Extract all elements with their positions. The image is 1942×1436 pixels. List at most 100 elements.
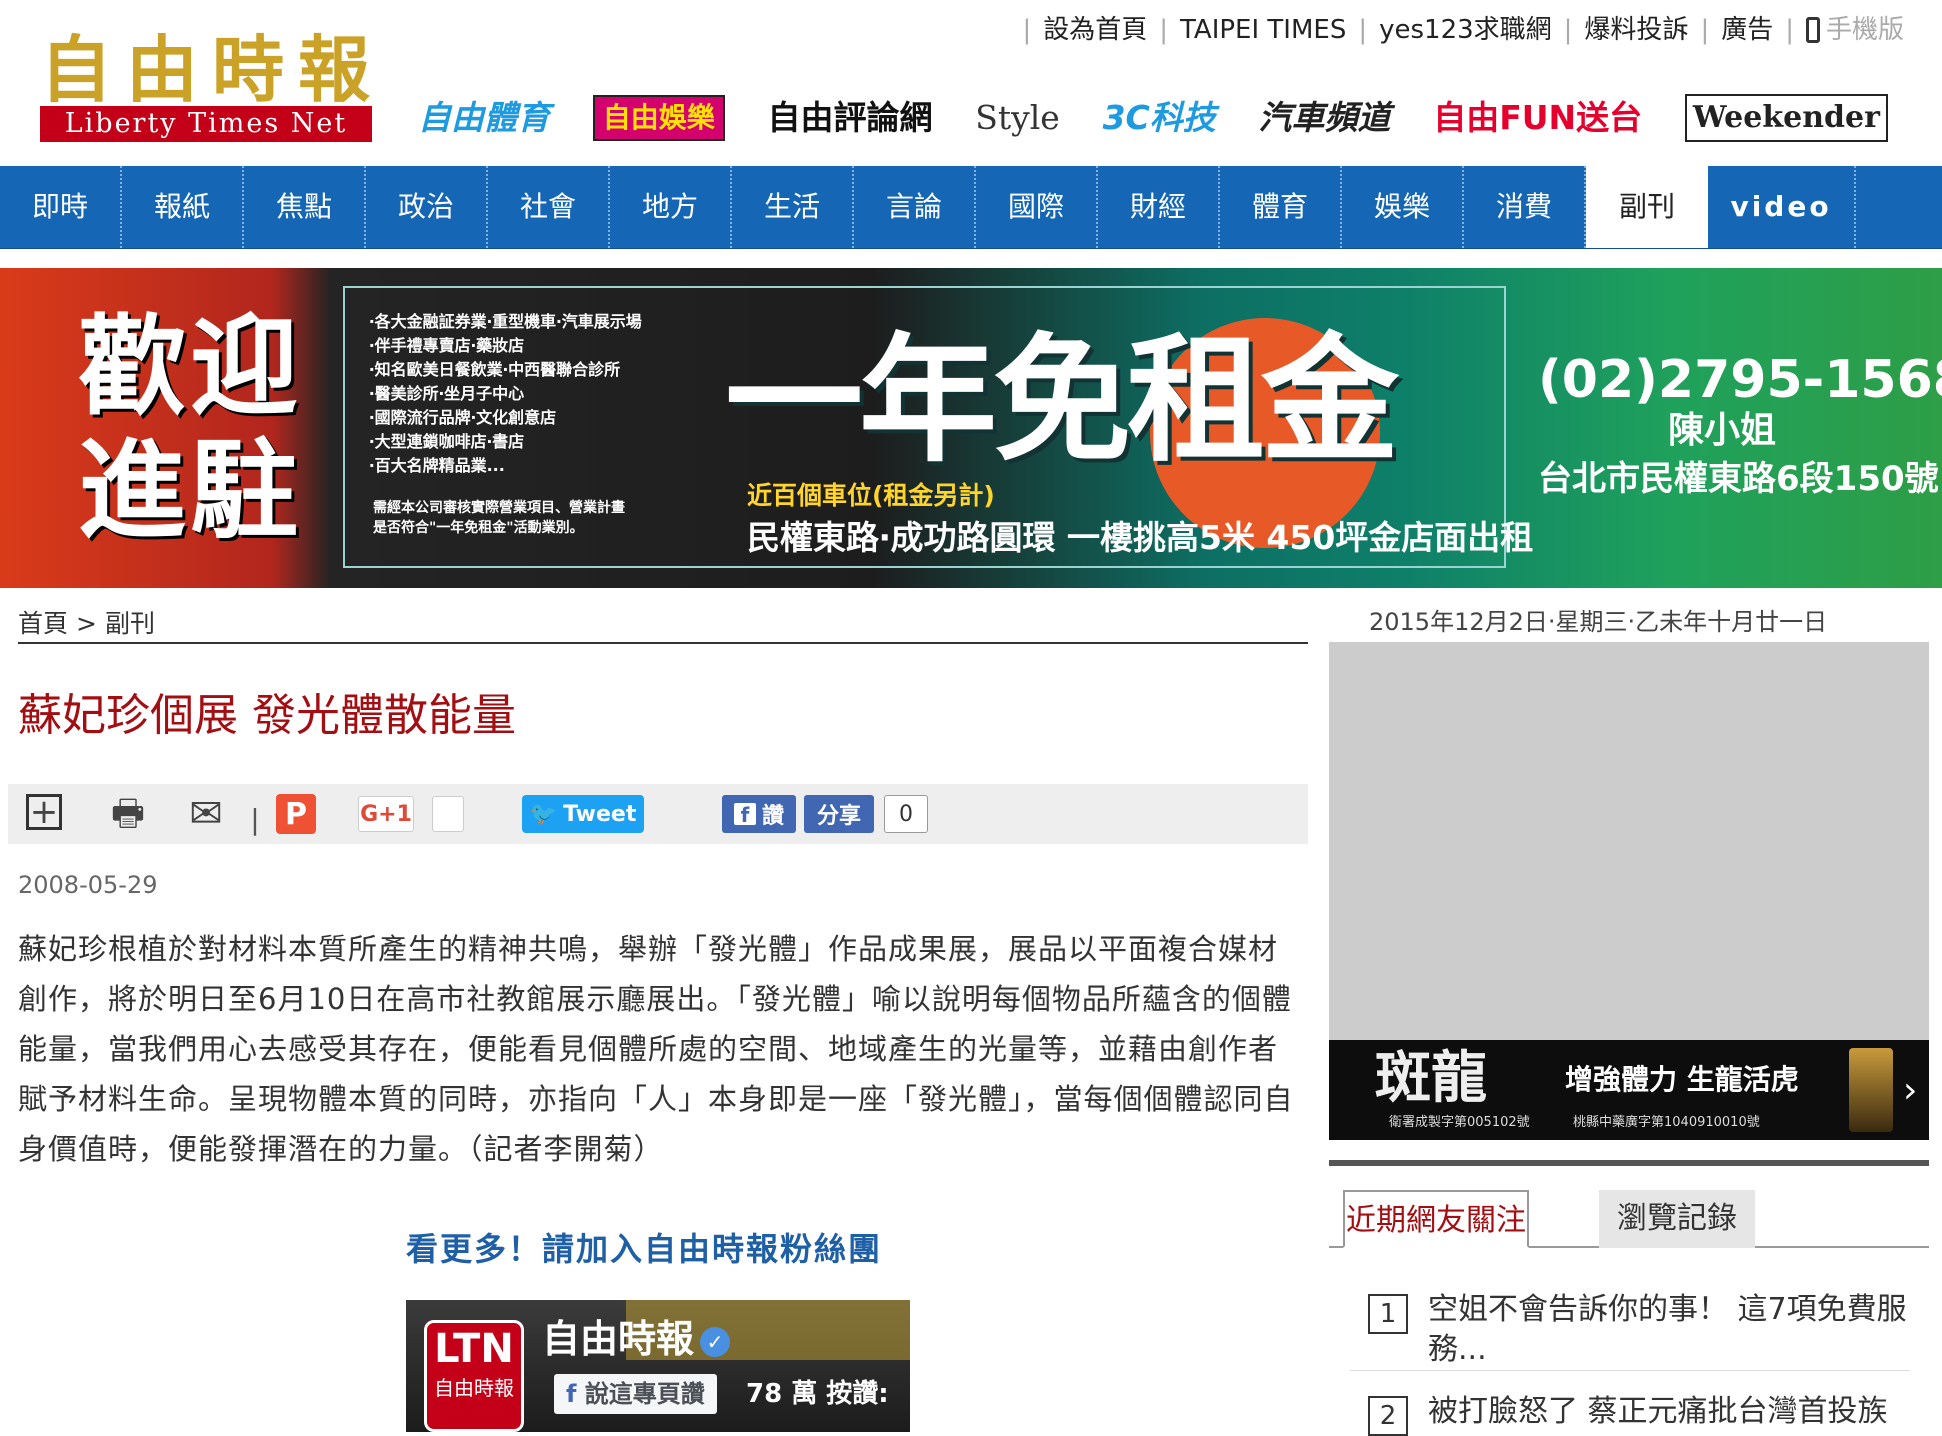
banner-contact: 陳小姐 bbox=[1668, 410, 1777, 451]
chevron-right-icon[interactable]: › bbox=[1903, 1070, 1917, 1111]
breadcrumb-separator: > bbox=[76, 609, 97, 638]
nav-item-life[interactable]: 生活 bbox=[732, 166, 854, 248]
yes123-link[interactable]: yes123求職網 bbox=[1379, 12, 1552, 48]
nav-item-newspaper[interactable]: 報紙 bbox=[122, 166, 244, 248]
report-link[interactable]: 爆料投訴 bbox=[1584, 12, 1688, 48]
banner-welcome-line2: 進駐 bbox=[78, 429, 303, 554]
banner-list-item: ‧國際流行品牌‧文化創意店 bbox=[369, 408, 557, 427]
breadcrumb-section[interactable]: 副刊 bbox=[105, 609, 155, 638]
banner-ad[interactable]: 歡迎 進駐 ‧各大金融証券業‧重型機車‧汽車展示場 ‧伴手禮專賣店‧藥妝店 ‧知… bbox=[0, 268, 1942, 588]
banner-list-item: ‧各大金融証券業‧重型機車‧汽車展示場 bbox=[369, 312, 642, 331]
ltn-logo-subtext: 自由時報 bbox=[434, 1376, 514, 1400]
nav-item-sports[interactable]: 體育 bbox=[1220, 166, 1342, 248]
facebook-page-name-text: 自由時報 bbox=[542, 1317, 695, 1361]
banner-parking-text: 近百個車位(租金另計) bbox=[747, 481, 995, 510]
link-separator: | bbox=[1563, 15, 1573, 45]
advertising-link[interactable]: 廣告 bbox=[1721, 12, 1773, 48]
facebook-page-like-label: 說這專頁讚 bbox=[584, 1380, 705, 1408]
nav-item-society[interactable]: 社會 bbox=[488, 166, 610, 248]
banner-list-item: ‧知名歐美日餐飲業‧中西醫聯合診所 bbox=[369, 360, 621, 379]
link-separator: | bbox=[1022, 15, 1032, 45]
link-separator: | bbox=[1159, 15, 1169, 45]
nav-item-politics[interactable]: 政治 bbox=[366, 166, 488, 248]
sidebar-ad-strip: 斑龍 增強體力 生龍活虎 衛署成製字第005102號 桃縣中藥廣字第104091… bbox=[1329, 1040, 1929, 1140]
logo-chinese-text: 自由時報 bbox=[40, 27, 385, 112]
print-icon[interactable]: 🖶 bbox=[108, 794, 148, 834]
rank-title: 被打臉怒了 蔡正元痛批台灣首投族 bbox=[1428, 1394, 1888, 1429]
facebook-page-like-button[interactable]: f 說這專頁讚 bbox=[554, 1374, 717, 1414]
banner-content-box: ‧各大金融証券業‧重型機車‧汽車展示場 ‧伴手禮專賣店‧藥妝店 ‧知名歐美日餐飲… bbox=[343, 286, 1533, 568]
banner-list-item: ‧百大名牌精品業... bbox=[369, 456, 505, 475]
sidebar-tabs: 近期網友關注 瀏覽記錄 bbox=[1329, 1190, 1929, 1248]
top-links: | 設為首頁 | TAIPEI TIMES | yes123求職網 | 爆料投訴… bbox=[1011, 12, 1905, 48]
twitter-bird-icon: 🐦 bbox=[529, 801, 558, 827]
brand-sports-link[interactable]: 自由體育 bbox=[418, 93, 550, 143]
sidebar-divider bbox=[1329, 1160, 1929, 1166]
article-title: 蘇妃珍個展 發光體散能量 bbox=[18, 690, 516, 741]
nav-item-world[interactable]: 國際 bbox=[976, 166, 1098, 248]
link-separator: | bbox=[1358, 15, 1368, 45]
rank-title: 空姐不會告訴你的事！ 這7項免費服務... bbox=[1428, 1292, 1907, 1367]
divider: | bbox=[250, 803, 260, 836]
share-toolbar: + 🖶 ✉ | P G+1 🐦 Tweet f 讚 分享 0 bbox=[8, 784, 1308, 844]
list-divider bbox=[1350, 1370, 1910, 1371]
set-homepage-link[interactable]: 設為首頁 bbox=[1043, 12, 1147, 48]
google-plus-button[interactable]: G+1 bbox=[358, 796, 414, 832]
banner-headline: 一年免租金 bbox=[725, 320, 1399, 481]
ltn-logo: LTN 自由時報 bbox=[424, 1320, 524, 1432]
nav-item-local[interactable]: 地方 bbox=[610, 166, 732, 248]
banner-note-line1: 需經本公司審核實際營業項目、營業計畫 bbox=[373, 500, 625, 516]
nav-item-business[interactable]: 財經 bbox=[1098, 166, 1220, 248]
link-separator: | bbox=[1785, 15, 1794, 45]
rank-number: 1 bbox=[1368, 1294, 1408, 1334]
link-separator: | bbox=[1700, 15, 1710, 45]
plurk-icon[interactable]: P bbox=[276, 794, 316, 834]
banner-location-text: 民權東路‧成功路圓環 一樓挑高5米 450坪金店面出租 bbox=[747, 518, 1534, 557]
nav-item-focus[interactable]: 焦點 bbox=[244, 166, 366, 248]
sidebar-ad[interactable]: 斑龍 增強體力 生龍活虎 衛署成製字第005102號 桃縣中藥廣字第104091… bbox=[1329, 642, 1929, 1140]
breadcrumb-home[interactable]: 首頁 bbox=[18, 609, 68, 638]
brand-fun-link[interactable]: 自由FUN送台 bbox=[1433, 93, 1642, 143]
facebook-share-count: 0 bbox=[884, 795, 928, 833]
brand-auto-link[interactable]: 汽車頻道 bbox=[1258, 93, 1390, 143]
facebook-like-label: 讚 bbox=[761, 804, 784, 829]
banner-list-item: ‧醫美診所‧坐月子中心 bbox=[369, 384, 525, 403]
facebook-page-like-count: 78 萬 按讚: bbox=[746, 1379, 889, 1409]
nav-item-video[interactable]: video bbox=[1708, 166, 1856, 248]
facebook-page-widget[interactable]: LTN 自由時報 自由時報 ✓ f 說這專頁讚 78 萬 按讚: bbox=[406, 1300, 910, 1432]
tweet-button[interactable]: 🐦 Tweet bbox=[522, 795, 644, 833]
brand-entertainment-link[interactable]: 自由娛樂 bbox=[592, 95, 725, 141]
mobile-version-link[interactable]: 手機版 bbox=[1805, 12, 1904, 48]
brand-links: 自由體育 自由娛樂 自由評論網 Style 3C科技 汽車頻道 自由FUN送台 … bbox=[418, 88, 1888, 148]
mail-icon[interactable]: ✉ bbox=[186, 794, 226, 834]
brand-style-link[interactable]: Style bbox=[975, 93, 1060, 143]
banner-note: 需經本公司審核實際營業項目、營業計畫 是否符合"一年免租金"活動業別。 bbox=[373, 498, 625, 538]
facebook-like-button[interactable]: f 讚 bbox=[722, 795, 796, 833]
nav-item-consumer[interactable]: 消費 bbox=[1464, 166, 1586, 248]
brand-3c-tech-link[interactable]: 3C科技 bbox=[1103, 93, 1216, 143]
banner-welcome-text: 歡迎 進駐 bbox=[78, 306, 302, 554]
site-logo[interactable]: 自由時報 Liberty Times Net bbox=[40, 30, 372, 142]
ad-license-1: 衛署成製字第005102號 bbox=[1389, 1115, 1530, 1130]
nav-item-breaking[interactable]: 即時 bbox=[0, 166, 122, 248]
brand-weekender-link[interactable]: Weekender bbox=[1684, 94, 1888, 142]
fan-page-link[interactable]: 看更多！請加入自由時報粉絲團 bbox=[406, 1226, 882, 1272]
ltn-logo-text: LTN bbox=[434, 1326, 514, 1372]
banner-business-list: ‧各大金融証券業‧重型機車‧汽車展示場 ‧伴手禮專賣店‧藥妝店 ‧知名歐美日餐飲… bbox=[369, 310, 642, 478]
plus-icon[interactable]: + bbox=[26, 794, 62, 830]
facebook-share-button[interactable]: 分享 bbox=[804, 795, 874, 833]
tab-history[interactable]: 瀏覽記錄 bbox=[1599, 1190, 1755, 1248]
facebook-icon: f bbox=[733, 803, 756, 827]
nav-item-supplement[interactable]: 副刊 bbox=[1586, 166, 1708, 248]
banner-note-line2: 是否符合"一年免租金"活動業別。 bbox=[373, 520, 584, 536]
rank-number: 2 bbox=[1368, 1396, 1408, 1436]
taipei-times-link[interactable]: TAIPEI TIMES bbox=[1180, 12, 1346, 48]
brand-opinion-link[interactable]: 自由評論網 bbox=[767, 93, 932, 143]
nav-item-opinion[interactable]: 言論 bbox=[854, 166, 976, 248]
nav-item-entertainment[interactable]: 娛樂 bbox=[1342, 166, 1464, 248]
facebook-icon: f bbox=[566, 1380, 577, 1408]
logo-english-text: Liberty Times Net bbox=[40, 106, 372, 142]
google-plus-count bbox=[432, 796, 464, 832]
tab-popular[interactable]: 近期網友關注 bbox=[1343, 1190, 1529, 1248]
facebook-page-name: 自由時報 ✓ bbox=[542, 1314, 731, 1364]
